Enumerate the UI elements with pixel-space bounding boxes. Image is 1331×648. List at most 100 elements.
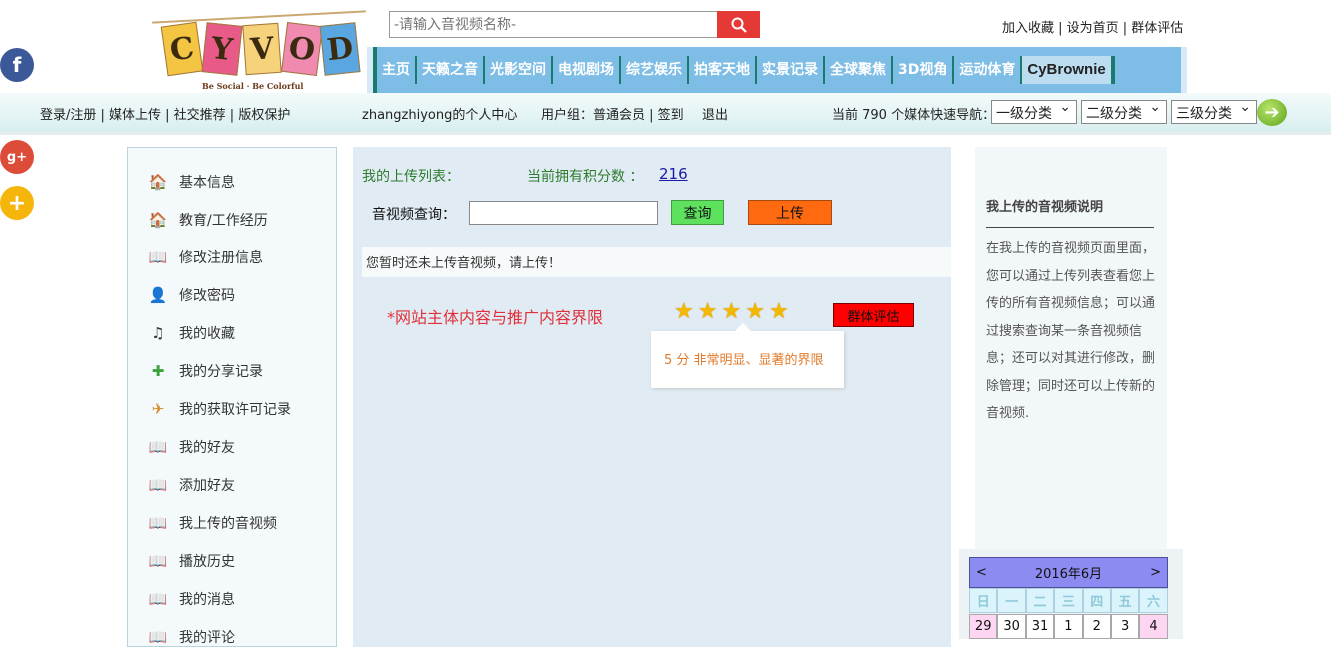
upload-list-title: 我的上传列表： [362,169,460,185]
user-center-link[interactable]: zhangzhiyong的个人中心 [362,104,517,123]
book-icon: 📖 [148,438,168,456]
menu-item-change-password[interactable]: 👤 修改密码 [148,284,235,306]
nav-item-global[interactable]: 全球聚焦 [825,56,893,84]
menu-item-add-friend[interactable]: 📖 添加好友 [148,474,235,496]
query-button[interactable]: 查询 [671,200,724,225]
menu-label: 我的评论 [179,630,235,646]
star-icon[interactable]: ★ [745,300,765,324]
weekday-label: 二 [1025,588,1055,613]
query-label: 音视频查询： [372,207,456,223]
nav-item-sports[interactable]: 运动体育 [954,56,1023,84]
user-icon: 👤 [148,286,168,304]
logo-letter: D [319,22,361,76]
add-share-icon[interactable]: + [0,186,34,220]
facebook-icon[interactable]: f [0,48,34,82]
main-nav: 主页 天籁之音 光影空间 电视剧场 综艺娱乐 拍客天地 实景记录 全球聚焦 3D… [367,47,1187,93]
book-icon: 📖 [148,476,168,494]
menu-item-license-record[interactable]: ✈ 我的获取许可记录 [148,398,291,420]
site-logo[interactable]: C Y V O D Be Social · Be Colorful [152,6,366,94]
nav-item-3d[interactable]: 3D视角 [893,56,955,84]
calendar-title: 2016年6月 [1034,567,1103,582]
star-icon[interactable]: ★ [721,300,741,324]
menu-label: 基本信息 [179,175,235,191]
media-nav-count: 当前 790 个媒体快速导航： [832,108,996,123]
logo-letter: C [160,21,204,77]
calendar-day[interactable]: 3 [1110,614,1140,639]
logo-letter: O [281,21,323,77]
star-icon[interactable]: ★ [674,300,694,324]
user-group[interactable]: 用户组：普通会员 | 签到 [541,104,684,123]
empty-notice: 您暂时还未上传音视频，请上传！ [362,247,951,277]
nav-item-cybrownie[interactable]: CyBrownie [1022,56,1115,84]
menu-label: 我上传的音视频 [179,516,277,532]
weekday-label: 五 [1110,588,1140,613]
menu-item-messages[interactable]: 📖 我的消息 [148,588,235,610]
book-icon: 📖 [148,248,168,266]
calendar-next-button[interactable]: > [1150,565,1161,580]
book-icon: 📖 [148,552,168,570]
menu-item-my-uploads[interactable]: 📖 我上传的音视频 [148,512,277,534]
menu-item-edit-registration[interactable]: 📖 修改注册信息 [148,246,263,268]
calendar-day[interactable]: 31 [1025,614,1055,639]
menu-item-comments[interactable]: 📖 我的评论 [148,626,235,648]
menu-item-share-record[interactable]: ✚ 我的分享记录 [148,360,263,382]
menu-item-favorites[interactable]: ♫ 我的收藏 [148,322,235,344]
logo-letter: Y [201,22,243,76]
rating-stars[interactable]: ★ ★ ★ ★ ★ [674,300,793,324]
nav-item-variety[interactable]: 综艺娱乐 [621,56,689,84]
calendar-prev-button[interactable]: < [976,565,987,580]
search-input[interactable] [389,11,719,38]
menu-item-basic-info[interactable]: 🏠 基本信息 [148,171,235,193]
calendar-day[interactable]: 2 [1082,614,1111,639]
star-icon[interactable]: ★ [698,300,718,324]
category-level2-select[interactable]: 二级分类 [1081,99,1167,124]
calendar-day[interactable]: 1 [1054,614,1083,639]
upload-button[interactable]: 上传 [748,200,832,225]
calendar-day[interactable]: 4 [1139,614,1168,639]
menu-label: 修改密码 [179,288,235,304]
category-level3-select[interactable]: 三级分类 [1171,99,1257,124]
star-icon[interactable]: ★ [769,300,789,324]
login-links[interactable]: 登录/注册 | 媒体上传 | 社交推荐 | 版权保护 [40,104,290,123]
menu-item-play-history[interactable]: 📖 播放历史 [148,550,235,572]
logo-letter: V [242,22,282,76]
calendar-day[interactable]: 29 [969,614,998,639]
score-label: 当前拥有积分数 ： [527,169,644,185]
category-level1-select[interactable]: 一级分类 [991,99,1077,124]
nav-item-music[interactable]: 天籁之音 [417,56,485,84]
logout-link[interactable]: 退出 [702,104,728,123]
plane-icon: ✈ [151,400,165,418]
calendar-header: < 2016年6月 > [969,557,1168,588]
plus-icon: ✚ [151,362,165,380]
group-evaluate-button[interactable]: 群体评估 [833,303,914,327]
nav-item-shoot[interactable]: 拍客天地 [689,56,757,84]
menu-item-education[interactable]: 🏠 教育/工作经历 [148,209,268,231]
help-body: 在我上传的音视频页面里面，您可以通过上传列表查看您上传的所有音视频信息；可以通过… [986,241,1156,421]
media-query-input[interactable] [469,201,658,225]
search-icon [731,17,747,33]
home-icon: 🏠 [148,173,168,191]
calendar-weekdays: 日 一 二 三 四 五 六 [969,588,1168,613]
score-value[interactable]: 216 [659,165,688,183]
search-button[interactable] [717,11,760,38]
nav-item-record[interactable]: 实景记录 [757,56,825,84]
menu-label: 修改注册信息 [179,250,263,266]
menu-label: 我的好友 [179,440,235,456]
book-icon: 📖 [148,628,168,646]
googleplus-icon[interactable]: g+ [0,140,34,174]
go-arrow-icon[interactable]: ➔ [1257,99,1287,126]
menu-label: 添加好友 [179,478,235,494]
home-icon: 🏠 [148,211,168,229]
nav-item-film[interactable]: 光影空间 [485,56,553,84]
menu-label: 我的分享记录 [179,364,263,380]
nav-item-home[interactable]: 主页 [377,56,417,84]
calendar-day[interactable]: 30 [997,614,1026,639]
menu-item-friends[interactable]: 📖 我的好友 [148,436,235,458]
weekday-label: 一 [997,588,1026,613]
nav-item-tv[interactable]: 电视剧场 [553,56,621,84]
book-icon: 📖 [148,514,168,532]
rating-tooltip: 5 分 非常明显、显著的界限 [651,323,844,388]
menu-label: 播放历史 [179,554,235,570]
content-boundary-label: *网站主体内容与推广内容界限 [387,308,604,327]
top-links[interactable]: 加入收藏 | 设为首页 | 群体评估 [1002,17,1183,36]
